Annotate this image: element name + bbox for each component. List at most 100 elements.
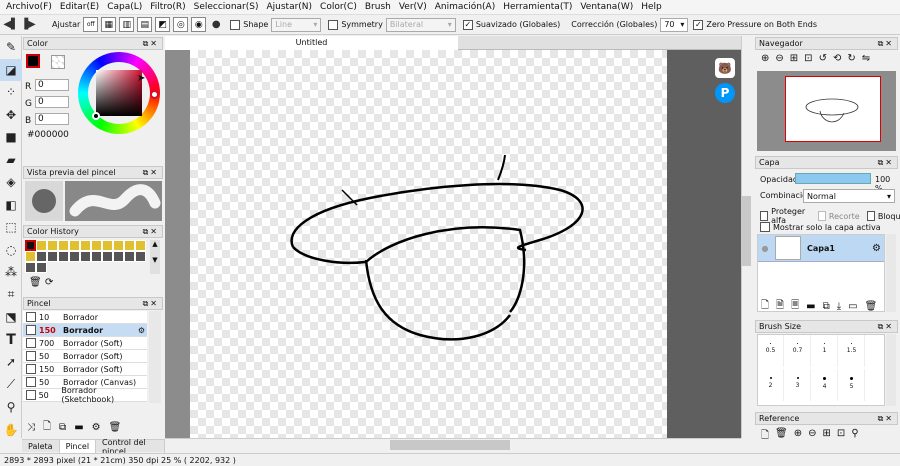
saturation-value-square[interactable]: [96, 70, 142, 116]
gradient-tool-icon[interactable]: ◧: [0, 194, 22, 217]
rect-fill-tool-icon[interactable]: ■: [0, 126, 22, 149]
menu-item[interactable]: Ver(V): [395, 2, 431, 12]
brush-checkbox[interactable]: [26, 377, 36, 387]
menu-item[interactable]: Seleccionar(S): [190, 2, 263, 12]
eye-icon[interactable]: ●: [758, 244, 772, 253]
brush-checkbox[interactable]: [26, 351, 36, 361]
hand-tool-icon[interactable]: ✋: [0, 419, 22, 442]
pixiv-icon[interactable]: P: [715, 83, 735, 103]
rotate-left-icon[interactable]: ↺: [819, 53, 827, 64]
rotate-right-icon[interactable]: ↻: [847, 53, 855, 64]
folder-icon[interactable]: ▬: [806, 301, 815, 312]
brush-list-item[interactable]: 50 Borrador (Sketchbook): [23, 386, 147, 404]
text-tool-icon[interactable]: T: [0, 329, 22, 352]
color-swatch[interactable]: [36, 262, 47, 273]
menu-item[interactable]: Herramienta(T): [499, 2, 576, 12]
panel-controls-icon[interactable]: ⧉✕: [878, 414, 894, 424]
menu-item[interactable]: Capa(L): [103, 2, 146, 12]
radial-icon[interactable]: ◎: [173, 17, 189, 32]
menu-item[interactable]: Ajustar(N): [262, 2, 316, 12]
navigator-viewport[interactable]: [785, 76, 881, 142]
color-swatch[interactable]: [135, 240, 146, 251]
zoom-in-icon[interactable]: ⊕: [761, 53, 769, 64]
panel-controls-icon[interactable]: ⧉✕: [143, 227, 159, 237]
opacity-slider[interactable]: [795, 173, 871, 184]
dot-icon[interactable]: ●: [209, 18, 223, 32]
menu-item[interactable]: Filtro(R): [146, 2, 189, 12]
new-file-icon[interactable]: 🗋: [43, 419, 51, 436]
brush-size-cell[interactable]: 1: [812, 335, 838, 367]
brush-checkbox[interactable]: [26, 338, 36, 348]
eraser-tool-icon[interactable]: ◪: [0, 58, 22, 81]
new-layer-8bit-icon[interactable]: 🗎: [776, 298, 784, 315]
shape-select[interactable]: Line ▾: [271, 17, 322, 32]
move-tool-icon[interactable]: ✥: [0, 104, 22, 127]
zoom-out-icon[interactable]: ⊖: [808, 428, 816, 445]
menu-item[interactable]: Archivo(F): [2, 2, 56, 12]
primary-color-swatch[interactable]: [26, 54, 40, 68]
color-swatch[interactable]: [58, 240, 69, 251]
vscroll-thumb[interactable]: [742, 196, 751, 266]
brush-size-cell[interactable]: 0.5: [758, 335, 784, 367]
new-layer-icon[interactable]: 🗋: [761, 298, 769, 315]
show-active-checkbox[interactable]: [760, 222, 770, 232]
color-swatch[interactable]: [135, 251, 146, 262]
drawing-canvas[interactable]: [190, 50, 667, 438]
brush-list-scrollbar[interactable]: [149, 311, 161, 403]
secondary-color-swatch[interactable]: [51, 55, 65, 69]
brush-list-item[interactable]: 50 Borrador (Soft): [23, 350, 147, 363]
symmetry-select[interactable]: Bilateral ▾: [385, 17, 456, 32]
color-swatch[interactable]: [91, 251, 102, 262]
color-swatch[interactable]: [25, 240, 36, 251]
refresh-swatch-icon[interactable]: ⟳: [45, 277, 53, 288]
brush-list-item[interactable]: 700 Borrador (Soft): [23, 337, 147, 350]
bucket-tool-icon[interactable]: ◈: [0, 171, 22, 194]
eyedropper-tool-icon[interactable]: ⚲: [0, 396, 22, 419]
brush-list-item[interactable]: 150 Borrador (Soft): [23, 363, 147, 376]
brush-size-scrollbar[interactable]: [886, 334, 896, 406]
swatch-scrollbar[interactable]: ▲ ▼: [150, 240, 160, 274]
left-tab[interactable]: Control del pincel: [96, 438, 165, 456]
color-swatch[interactable]: [80, 240, 91, 251]
brush-size-cell[interactable]: 5: [839, 369, 865, 401]
zoom-fit-icon[interactable]: ⊞: [790, 53, 798, 64]
panel-controls-icon[interactable]: ⧉✕: [143, 39, 159, 49]
transform-tool-icon[interactable]: ⬔: [0, 306, 22, 329]
color-swatch[interactable]: [69, 251, 80, 262]
protect-alpha-checkbox[interactable]: [760, 211, 769, 221]
perspective-icon[interactable]: ◩: [155, 17, 171, 32]
lasso-tool-icon[interactable]: ◌: [0, 239, 22, 262]
delete-reference-icon[interactable]: 🗑: [775, 428, 788, 445]
r-input[interactable]: 0: [35, 79, 69, 91]
brush-gear-icon[interactable]: ⚙: [138, 326, 145, 335]
select-pen-tool-icon[interactable]: ⌗: [0, 284, 22, 307]
shape-checkbox[interactable]: [230, 19, 241, 30]
g-input[interactable]: 0: [35, 96, 69, 108]
color-wheel[interactable]: [78, 52, 160, 134]
color-swatch[interactable]: [91, 240, 102, 251]
brush-size-cell[interactable]: 2: [758, 369, 784, 401]
left-tab[interactable]: Pincel: [59, 440, 97, 453]
color-swatch[interactable]: [124, 240, 135, 251]
canvas-hscroll[interactable]: [165, 438, 741, 451]
color-swatch[interactable]: [113, 251, 124, 262]
divide-tool-icon[interactable]: ⟋: [0, 374, 22, 397]
bear-icon[interactable]: 🐻: [715, 58, 735, 78]
navigator-preview[interactable]: [757, 71, 896, 151]
new-reference-icon[interactable]: 🗋: [761, 428, 769, 445]
brush-size-cell[interactable]: 1.5: [839, 335, 865, 367]
color-swatch[interactable]: [124, 251, 135, 262]
color-swatch[interactable]: [47, 240, 58, 251]
color-swatch[interactable]: [80, 251, 91, 262]
prev-icon[interactable]: ◀▌: [3, 18, 18, 32]
menu-item[interactable]: Brush: [361, 2, 395, 12]
merge-down-icon[interactable]: ⤓: [837, 301, 841, 312]
zoom-in-icon[interactable]: ⊕: [794, 428, 802, 445]
zoom-actual-icon[interactable]: ⊡: [837, 428, 845, 445]
brush-size-cell[interactable]: 0.7: [785, 335, 811, 367]
shape-fill-tool-icon[interactable]: ▰: [0, 149, 22, 172]
canvas-vscroll[interactable]: [741, 36, 752, 438]
layer-gear-icon[interactable]: ⚙: [872, 243, 881, 254]
brush-tool-icon[interactable]: ✎: [0, 36, 22, 59]
lock-checkbox[interactable]: [866, 211, 875, 221]
